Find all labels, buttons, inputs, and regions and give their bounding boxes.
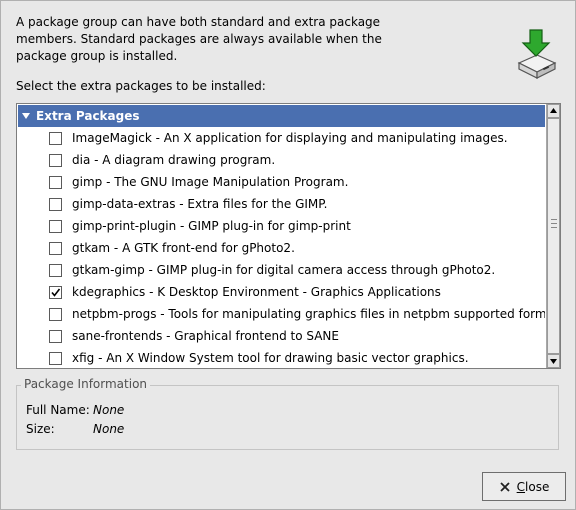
full-name-label: Full Name:	[26, 403, 90, 417]
package-download-icon	[513, 27, 559, 79]
package-rows: ImageMagick - An X application for displ…	[18, 127, 545, 367]
close-x-icon	[500, 481, 510, 492]
package-row[interactable]: gimp - The GNU Image Manipulation Progra…	[18, 171, 545, 193]
package-checkbox[interactable]	[49, 263, 62, 277]
package-row[interactable]: gtkam-gimp - GIMP plug-in for digital ca…	[18, 259, 545, 281]
package-checkbox[interactable]	[49, 175, 62, 189]
package-label: netpbm-progs - Tools for manipulating gr…	[72, 307, 545, 321]
package-label: gtkam-gimp - GIMP plug-in for digital ca…	[72, 263, 496, 277]
package-label: gimp - The GNU Image Manipulation Progra…	[72, 175, 349, 189]
package-row[interactable]: gimp-print-plugin - GIMP plug-in for gim…	[18, 215, 545, 237]
arrow-down-icon	[550, 359, 557, 364]
package-label: gtkam - A GTK front-end for gPhoto2.	[72, 241, 295, 255]
package-checkbox[interactable]	[49, 307, 62, 321]
close-button-label: Close	[516, 479, 550, 494]
package-checkbox[interactable]	[49, 197, 62, 211]
full-name-value: None	[93, 403, 125, 417]
package-checkbox[interactable]	[49, 329, 62, 343]
package-checkbox[interactable]	[49, 241, 62, 255]
package-row[interactable]: gimp-data-extras - Extra files for the G…	[18, 193, 545, 215]
package-row[interactable]: ImageMagick - An X application for displ…	[18, 127, 545, 149]
scroll-down-button[interactable]	[547, 354, 560, 368]
checkmark-icon	[51, 288, 61, 297]
package-checkbox[interactable]	[49, 219, 62, 233]
grip-line	[551, 223, 557, 224]
package-label: sane-frontends - Graphical frontend to S…	[72, 329, 339, 343]
package-information-title: Package Information	[21, 377, 151, 391]
package-checkbox[interactable]	[49, 351, 62, 365]
package-row[interactable]: dia - A diagram drawing program.	[18, 149, 545, 171]
triangle-down-icon[interactable]	[21, 111, 31, 121]
full-name-row: Full Name: None	[26, 403, 124, 417]
package-row[interactable]: gtkam - A GTK front-end for gPhoto2.	[18, 237, 545, 259]
grip-line	[551, 227, 557, 228]
group-name: Extra Packages	[36, 109, 140, 123]
scrollbar-thumb[interactable]	[547, 118, 560, 354]
vertical-scrollbar[interactable]	[546, 104, 560, 368]
dialog-window: A package group can have both standard a…	[0, 0, 576, 510]
group-row-extra-packages[interactable]: Extra Packages	[18, 105, 545, 127]
arrow-up-icon	[550, 108, 557, 113]
package-checkbox[interactable]	[49, 131, 62, 145]
package-label: xfig - An X Window System tool for drawi…	[72, 351, 469, 365]
package-list-viewport: Extra Packages ImageMagick - An X applic…	[18, 105, 545, 367]
package-label: kdegraphics - K Desktop Environment - Gr…	[72, 285, 441, 299]
package-row[interactable]: xfig - An X Window System tool for drawi…	[18, 347, 545, 367]
package-checkbox[interactable]	[49, 153, 62, 167]
package-label: dia - A diagram drawing program.	[72, 153, 276, 167]
package-list[interactable]: Extra Packages ImageMagick - An X applic…	[16, 103, 561, 369]
close-button[interactable]: Close	[482, 472, 566, 501]
package-information-frame: Package Information Full Name: None Size:…	[16, 377, 559, 450]
package-row[interactable]: netpbm-progs - Tools for manipulating gr…	[18, 303, 545, 325]
package-checkbox[interactable]	[49, 285, 62, 299]
package-label: gimp-data-extras - Extra files for the G…	[72, 197, 328, 211]
package-row[interactable]: kdegraphics - K Desktop Environment - Gr…	[18, 281, 545, 303]
scroll-up-button[interactable]	[547, 104, 560, 118]
package-label: ImageMagick - An X application for displ…	[72, 131, 508, 145]
select-extra-label: Select the extra packages to be installe…	[16, 79, 266, 93]
grip-line	[551, 219, 557, 220]
package-label: gimp-print-plugin - GIMP plug-in for gim…	[72, 219, 351, 233]
group-description: A package group can have both standard a…	[16, 15, 382, 63]
size-value: None	[93, 422, 125, 436]
size-label: Size:	[26, 422, 55, 436]
package-row[interactable]: sane-frontends - Graphical frontend to S…	[18, 325, 545, 347]
size-row: Size: None	[26, 422, 124, 436]
